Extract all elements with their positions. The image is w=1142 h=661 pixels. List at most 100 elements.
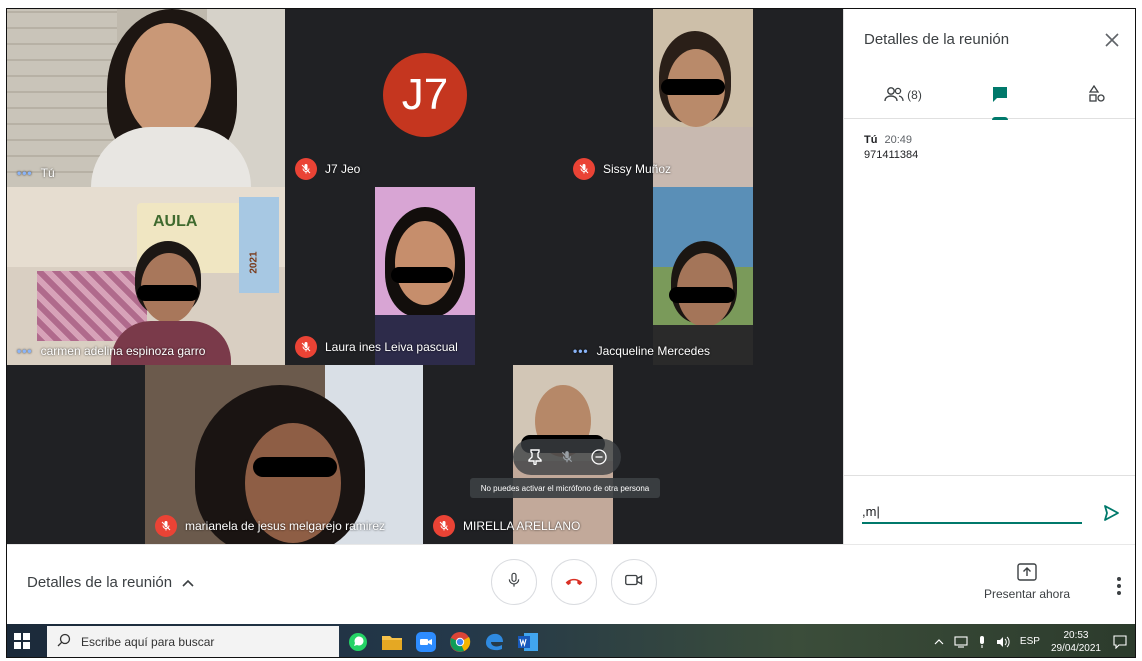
poster-year: 2021 xyxy=(248,251,260,274)
chevron-up-icon[interactable] xyxy=(934,638,944,645)
participant-name: marianela de jesus melgarejo ramirez xyxy=(185,519,386,533)
mic-icon[interactable] xyxy=(978,635,986,648)
participant-name: Jacqueline Mercedes xyxy=(596,344,711,358)
tile-self[interactable]: ••• Tú xyxy=(7,9,285,187)
panel-title: Detalles de la reunión xyxy=(864,31,1010,48)
present-icon xyxy=(1017,563,1037,581)
more-vert-icon[interactable] xyxy=(1109,573,1129,599)
self-face xyxy=(125,23,211,139)
tooltip: No puedes activar el micrófono de otra p… xyxy=(470,478,660,498)
search-icon xyxy=(57,633,71,650)
tile-j7-name: J7 Jeo xyxy=(295,158,360,180)
video-frame xyxy=(653,187,753,365)
chat-message: Tú 20:49 971411384 xyxy=(864,133,918,163)
chat-time: 20:49 xyxy=(884,134,913,146)
chat-sender: Tú xyxy=(864,134,878,146)
participant-name: MIRELLA ARELLANO xyxy=(463,519,581,533)
participant-name: carmen adelina espinoza garro xyxy=(40,344,206,358)
whatsapp-icon[interactable] xyxy=(345,629,371,655)
chat-icon xyxy=(991,85,1009,106)
tile-j7[interactable]: J7 J7 Jeo xyxy=(285,9,563,187)
hangup-icon xyxy=(564,573,584,591)
meeting-details-button[interactable]: Detalles de la reunión xyxy=(27,574,194,591)
laura-face xyxy=(395,221,455,305)
speaking-indicator: ••• xyxy=(573,344,589,358)
tile-jacqueline-name: ••• Jacqueline Mercedes xyxy=(573,344,710,358)
present-now-button[interactable]: Presentar ahora xyxy=(982,563,1072,601)
participant-name: Sissy Muñoz xyxy=(603,162,672,176)
taskbar-clock[interactable]: 20:53 29/04/2021 xyxy=(1051,629,1101,655)
clock-date: 29/04/2021 xyxy=(1050,642,1101,654)
poster-aula: AULA xyxy=(153,213,198,230)
hangup-button[interactable] xyxy=(551,559,597,605)
tile-carmen[interactable]: AULA 2021 ••• carmen adelina espinoza ga… xyxy=(7,187,285,365)
tile-hover-controls xyxy=(513,439,621,475)
tile-jacqueline[interactable]: ••• Jacqueline Mercedes xyxy=(563,187,843,365)
file-explorer-icon[interactable] xyxy=(379,629,405,655)
mic-off-icon[interactable] xyxy=(554,444,580,470)
tile-carmen-name: ••• carmen adelina espinoza garro xyxy=(17,344,205,358)
speaking-indicator: ••• xyxy=(17,166,33,180)
windows-icon[interactable] xyxy=(13,632,33,652)
zoom-icon[interactable] xyxy=(413,629,439,655)
camera-button[interactable] xyxy=(611,559,657,605)
tab-people[interactable]: (8) xyxy=(858,71,948,119)
active-indicator xyxy=(517,657,539,658)
tile-sissy-name: Sissy Muñoz xyxy=(573,158,671,180)
tile-self-name: ••• Tú xyxy=(17,166,55,180)
chat-input[interactable] xyxy=(862,500,1082,524)
activities-icon xyxy=(1088,84,1105,106)
tile-mirella-name: MIRELLA ARELLANO xyxy=(433,515,580,537)
system-tray: ESP 20:53 29/04/2021 xyxy=(929,624,1135,657)
volume-icon[interactable] xyxy=(996,636,1010,648)
people-icon xyxy=(884,86,904,105)
privacy-bar xyxy=(661,79,725,95)
windows-taskbar: Escribe aquí para buscar ESP 20:53 29/04… xyxy=(7,624,1135,657)
tab-chat[interactable] xyxy=(962,71,1038,120)
panel-tabs: (8) xyxy=(844,71,1135,120)
chat-text: 971411384 xyxy=(864,149,919,161)
meet-window: ••• Tú J7 J7 Jeo Sissy Muñoz AULA 2021 •… xyxy=(6,8,1136,658)
calendar: 2021 xyxy=(239,197,279,293)
mic-off-icon xyxy=(295,336,317,358)
network-icon[interactable] xyxy=(954,635,968,648)
chrome-icon[interactable] xyxy=(447,629,473,655)
search-placeholder: Escribe aquí para buscar xyxy=(81,634,215,649)
bottom-bar: Detalles de la reunión Presentar ahora xyxy=(7,544,1135,624)
avatar: J7 xyxy=(383,53,467,137)
privacy-bar xyxy=(253,457,337,477)
participant-name: Laura ines Leiva pascual xyxy=(325,340,458,354)
language-indicator[interactable]: ESP xyxy=(1020,636,1040,647)
meeting-details-label: Detalles de la reunión xyxy=(27,574,173,591)
remove-icon[interactable] xyxy=(586,444,612,470)
mic-icon xyxy=(506,571,522,594)
mic-off-icon xyxy=(573,158,595,180)
mic-off-icon xyxy=(155,515,177,537)
privacy-bar xyxy=(391,267,453,283)
carmen-shirt xyxy=(111,321,231,365)
notifications-icon[interactable] xyxy=(1113,634,1127,649)
edge-icon[interactable] xyxy=(481,629,507,655)
tile-marianela-name: marianela de jesus melgarejo ramirez xyxy=(155,515,385,537)
pin-icon[interactable] xyxy=(522,444,548,470)
close-icon[interactable] xyxy=(1099,27,1125,53)
mic-button[interactable] xyxy=(491,559,537,605)
chat-message-header: Tú 20:49 xyxy=(864,133,918,148)
taskbar-search[interactable]: Escribe aquí para buscar xyxy=(47,626,339,657)
active-indicator xyxy=(449,657,471,658)
tile-laura[interactable]: Laura ines Leiva pascual xyxy=(285,187,563,365)
tab-chat-indicator xyxy=(992,117,1008,120)
privacy-bar xyxy=(669,287,735,303)
word-icon[interactable] xyxy=(515,629,541,655)
clock-time: 20:53 xyxy=(1063,629,1089,641)
side-panel: Detalles de la reunión (8) Tú 20:49 9714… xyxy=(843,9,1135,544)
camera-icon xyxy=(625,573,643,592)
participant-name: J7 Jeo xyxy=(325,162,361,176)
tile-sissy[interactable]: Sissy Muñoz xyxy=(563,9,843,187)
send-icon[interactable] xyxy=(1100,502,1122,524)
tab-activities[interactable] xyxy=(1056,71,1135,119)
tile-marianela[interactable]: marianela de jesus melgarejo ramirez xyxy=(145,365,423,544)
chat-composer xyxy=(844,475,1135,544)
video-grid: ••• Tú J7 J7 Jeo Sissy Muñoz AULA 2021 •… xyxy=(7,9,843,544)
speaking-indicator: ••• xyxy=(17,344,33,358)
